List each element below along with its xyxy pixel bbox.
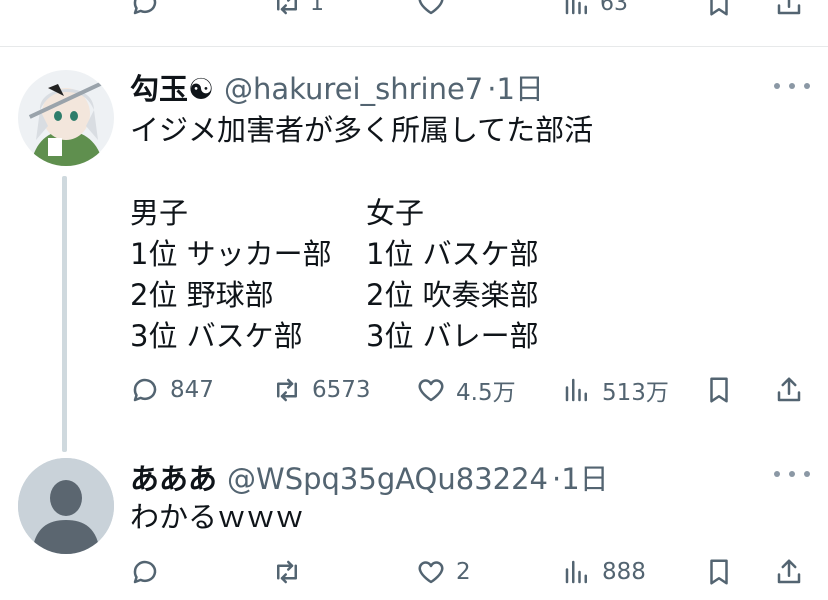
reply-icon	[130, 375, 160, 405]
views-button[interactable]: 888	[562, 552, 646, 592]
dot-icon	[789, 471, 795, 477]
retweet-icon	[272, 557, 302, 587]
previous-tweet-actions: 1 63	[0, 0, 828, 22]
reply-button[interactable]: 847	[130, 370, 214, 410]
retweet-button[interactable]: 6573	[272, 370, 371, 410]
views-icon	[562, 0, 592, 18]
bookmark-icon	[704, 557, 734, 587]
thread-line	[62, 176, 67, 452]
tweet-text: イジメ加害者が多く所属してた部活	[130, 113, 594, 147]
dot-icon	[789, 83, 795, 89]
bookmark-button[interactable]	[704, 552, 734, 592]
share-icon	[774, 557, 804, 587]
share-button[interactable]	[774, 552, 804, 592]
views-count: 513万	[602, 380, 669, 406]
ranking-header: 女子	[366, 196, 425, 230]
views-count: 888	[602, 559, 646, 585]
share-button[interactable]	[774, 0, 804, 18]
like-button[interactable]: 4.5万	[416, 370, 516, 410]
timestamp[interactable]: ·1日	[552, 456, 609, 498]
retweet-icon	[272, 0, 302, 18]
like-button[interactable]: 2	[416, 552, 471, 592]
tweet-header: 勾玉☯ @hakurei_shrine7 ·1日	[130, 66, 544, 108]
bookmark-icon	[704, 375, 734, 405]
share-icon	[774, 375, 804, 405]
reply-icon	[130, 0, 160, 18]
reply-button[interactable]	[130, 0, 160, 18]
dot-icon	[774, 471, 780, 477]
ranking-item: 3位 バスケ部	[130, 319, 303, 353]
user-handle[interactable]: @WSpq35gAQu83224	[227, 462, 548, 496]
bookmark-button[interactable]	[704, 370, 734, 410]
ranking-item: 1位 サッカー部	[130, 237, 332, 271]
views-count: 63	[600, 0, 628, 16]
ranking-item: 2位 野球部	[130, 278, 274, 312]
dot-icon	[804, 471, 810, 477]
anime-avatar-image	[18, 70, 114, 166]
like-count: 2	[456, 559, 471, 585]
views-button[interactable]: 513万	[562, 370, 669, 410]
ranking-column-male: 男子 1位 サッカー部 2位 野球部 3位 バスケ部	[130, 193, 332, 357]
views-button[interactable]: 63	[562, 0, 628, 18]
retweet-count: 6573	[312, 377, 371, 403]
dot-icon	[774, 83, 780, 89]
ranking-header: 男子	[130, 196, 189, 230]
like-count: 4.5万	[456, 380, 516, 406]
timestamp[interactable]: ·1日	[487, 66, 544, 108]
share-button[interactable]	[774, 370, 804, 410]
retweet-button[interactable]	[272, 552, 312, 592]
tweet-actions: 847 6573 4.5万 513万	[0, 370, 828, 410]
reply-button[interactable]	[130, 552, 170, 592]
ranking-item: 3位 バレー部	[366, 319, 539, 353]
ranking-item: 2位 吹奏楽部	[366, 278, 539, 312]
heart-icon	[416, 0, 446, 18]
views-icon	[562, 557, 592, 587]
display-name[interactable]: 勾玉☯	[130, 66, 214, 108]
user-handle[interactable]: @hakurei_shrine7	[224, 72, 483, 106]
dot-icon	[804, 83, 810, 89]
heart-icon	[416, 557, 446, 587]
retweet-icon	[272, 375, 302, 405]
tweet-text: わかるｗｗｗ	[130, 500, 305, 534]
reply-count: 847	[170, 377, 214, 403]
like-button[interactable]	[416, 0, 446, 18]
bookmark-icon	[704, 0, 734, 18]
avatar[interactable]	[18, 70, 114, 166]
default-avatar-icon	[18, 458, 114, 554]
display-name[interactable]: あああ	[130, 456, 217, 498]
tweet-header: あああ @WSpq35gAQu83224 ·1日	[130, 456, 609, 498]
more-options-button[interactable]	[774, 464, 810, 484]
tweet-actions: 2 888	[0, 552, 828, 592]
reply-icon	[130, 557, 160, 587]
avatar[interactable]	[18, 458, 114, 554]
heart-icon	[416, 375, 446, 405]
retweet-count: 1	[310, 0, 324, 16]
divider	[0, 46, 828, 47]
ranking-list: 男子 1位 サッカー部 2位 野球部 3位 バスケ部 女子 1位 バスケ部 2位…	[130, 193, 690, 363]
ranking-item: 1位 バスケ部	[366, 237, 539, 271]
bookmark-button[interactable]	[704, 0, 734, 18]
retweet-button[interactable]: 1	[272, 0, 324, 18]
ranking-column-female: 女子 1位 バスケ部 2位 吹奏楽部 3位 バレー部	[366, 193, 539, 357]
more-options-button[interactable]	[774, 76, 810, 96]
share-icon	[774, 0, 804, 18]
views-icon	[562, 375, 592, 405]
